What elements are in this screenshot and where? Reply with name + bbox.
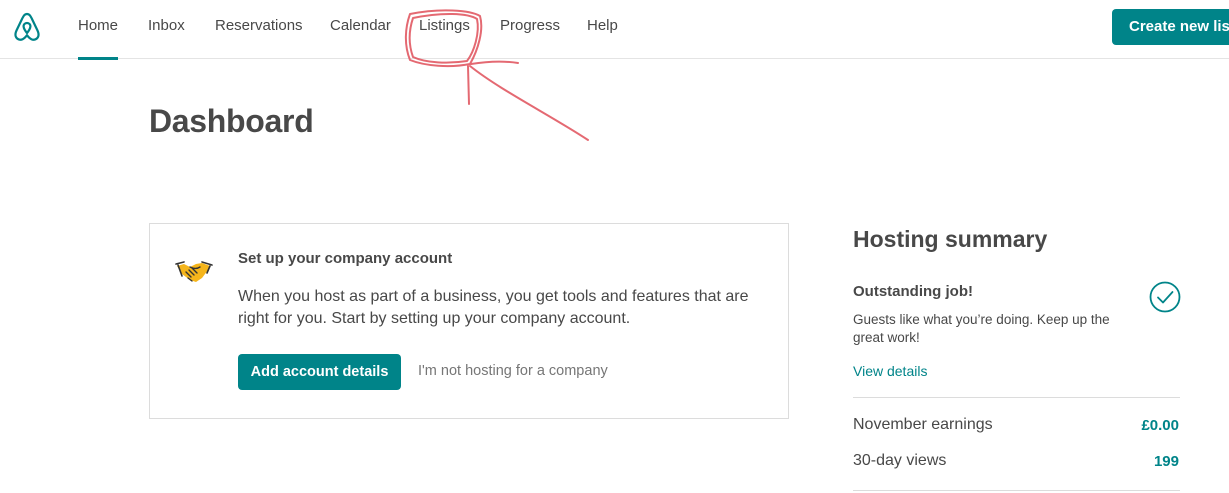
add-account-details-button[interactable]: Add account details: [238, 354, 401, 390]
check-circle-icon: [1149, 281, 1181, 313]
views-label: 30-day views: [853, 452, 947, 469]
nav-tab-home[interactable]: Home: [78, 0, 119, 60]
summary-divider: [853, 397, 1180, 398]
top-navigation: Home Inbox Reservations Calendar Listing…: [0, 0, 1229, 60]
company-account-card: Set up your company account When you hos…: [149, 223, 789, 419]
create-new-listing-button[interactable]: Create new listing: [1112, 9, 1229, 45]
card-description: When you host as part of a business, you…: [238, 288, 749, 327]
page-title: Dashboard: [149, 103, 314, 139]
nav-tab-help[interactable]: Help: [587, 0, 618, 59]
not-hosting-for-company-link[interactable]: I'm not hosting for a company: [418, 363, 608, 379]
november-earnings-value: £0.00: [1141, 417, 1179, 434]
airbnb-logo-icon[interactable]: [12, 11, 42, 43]
nav-tab-listings[interactable]: Listings: [419, 0, 470, 59]
nav-tab-reservations[interactable]: Reservations: [215, 0, 303, 59]
nav-tab-progress[interactable]: Progress: [500, 0, 560, 59]
november-earnings-label: November earnings: [853, 416, 993, 433]
nav-tab-inbox[interactable]: Inbox: [148, 0, 185, 59]
card-heading: Set up your company account: [238, 250, 453, 267]
view-details-link[interactable]: View details: [853, 363, 927, 379]
status-description: Guests like what you’re doing. Keep up t…: [853, 312, 1110, 345]
handshake-icon: [175, 261, 213, 282]
views-value: 199: [1153, 453, 1179, 470]
status-title: Outstanding job!: [853, 283, 973, 300]
hosting-summary-title: Hosting summary: [853, 226, 1048, 252]
nav-tab-calendar[interactable]: Calendar: [330, 0, 391, 59]
summary-divider-bottom: [853, 490, 1180, 491]
